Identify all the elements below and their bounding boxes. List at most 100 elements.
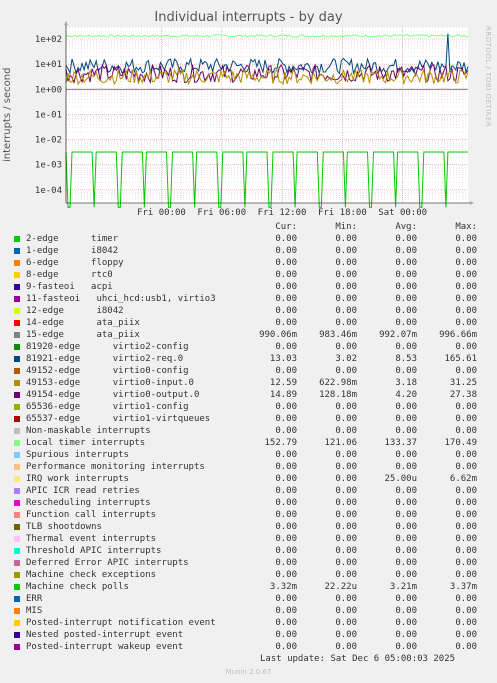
legend-row: Nested posted-interrupt event 0.00 0.00 0.0… [14, 629, 484, 641]
y-tick-label: 1e-02 [35, 136, 62, 146]
legend-label: 8-edge rtc0 [26, 270, 113, 280]
legend-max: 0.00 [455, 522, 477, 532]
legend-cur: 0.00 [275, 606, 297, 616]
legend-min: 128.18m [319, 390, 357, 400]
interrupts-chart: 1e+02 1e+01 1e+00 1e-01 1e-02 1e-03 1e-04 Fri 0… [35, 21, 474, 218]
legend-swatch [14, 404, 20, 410]
header-avg: Avg: [395, 222, 417, 232]
legend-cur: 0.00 [275, 342, 297, 352]
legend-swatch [14, 380, 20, 386]
legend-swatch [14, 560, 20, 566]
header-min: Min: [335, 222, 357, 232]
legend-swatch [14, 308, 20, 314]
legend-label: 14-edge ata_piix [26, 318, 140, 328]
legend-label: Posted-interrupt wakeup event [26, 642, 184, 652]
legend-swatch [14, 596, 20, 602]
legend-label: 15-edge ata_piix [26, 330, 140, 340]
legend-row: 2-edge timer 0.00 0.00 0.00 0.00 [14, 233, 484, 245]
munin-version: Munin 2.0.67 [225, 668, 272, 676]
legend-label: Function call interrupts [26, 510, 157, 520]
legend-cur: 0.00 [275, 234, 297, 244]
legend-row: 81920-edge virtio2-config 0.00 0.00 0.00 0.0… [14, 341, 484, 353]
legend-max: 0.00 [455, 606, 477, 616]
legend-cur: 0.00 [275, 246, 297, 256]
legend-label: Posted-interrupt notification event [26, 618, 216, 628]
legend-max: 0.00 [455, 342, 477, 352]
legend-row: Machine check exceptions 0.00 0.00 0.00 0.00 [14, 569, 484, 581]
legend-row: MIS 0.00 0.00 0.00 0.00 [14, 605, 484, 617]
legend-min: 0.00 [335, 282, 357, 292]
legend-avg: 133.37 [384, 438, 417, 448]
legend-swatch [14, 500, 20, 506]
legend-swatch [14, 512, 20, 518]
legend-swatch [14, 356, 20, 362]
legend-avg: 0.00 [395, 306, 417, 316]
legend-label: 6-edge floppy [26, 258, 124, 268]
legend-min: 0.00 [335, 366, 357, 376]
x-tick-label: Fri 12:00 [258, 208, 307, 218]
legend-swatch [14, 428, 20, 434]
legend-cur: 0.00 [275, 522, 297, 532]
legend-row: Posted-interrupt notification event 0.00 0… [14, 617, 484, 629]
legend-max: 0.00 [455, 510, 477, 520]
legend-cur: 13.03 [269, 354, 297, 364]
legend-cur: 0.00 [275, 498, 297, 508]
legend-table: Cur: Min: Avg: Max: 2-edge timer 0.00 0.00… [14, 221, 484, 653]
legend-swatch [14, 464, 20, 470]
legend-swatch [14, 536, 20, 542]
legend-min: 0.00 [335, 594, 357, 604]
legend-min: 0.00 [335, 534, 357, 544]
legend-min: 0.00 [335, 486, 357, 496]
legend-cur: 0.00 [275, 366, 297, 376]
legend-row: 49154-edge virtio0-output.0 14.89 128.18m 4… [14, 389, 484, 401]
plot-area [66, 27, 468, 203]
legend-swatch [14, 344, 20, 350]
legend-row: 15-edge ata_piix 990.06m 983.46m 992.07m 996… [14, 329, 484, 341]
legend-avg: 0.00 [395, 450, 417, 460]
legend-row: ERR 0.00 0.00 0.00 0.00 [14, 593, 484, 605]
legend-row: Local timer interrupts 152.79 121.06 133.37… [14, 437, 484, 449]
legend-swatch [14, 296, 20, 302]
legend-cur: 0.00 [275, 462, 297, 472]
legend-row: Performance monitoring interrupts 0.00 0.0… [14, 461, 484, 473]
legend-label: ERR [26, 594, 43, 604]
legend-cur: 0.00 [275, 402, 297, 412]
legend-max: 0.00 [455, 282, 477, 292]
legend-row: Thermal event interrupts 0.00 0.00 0.00 0.00 [14, 533, 484, 545]
legend-avg: 992.07m [379, 330, 417, 340]
legend-cur: 0.00 [275, 510, 297, 520]
legend-max: 165.61 [444, 354, 477, 364]
legend-label: 9-fasteoi acpi [26, 282, 113, 292]
legend-cur: 0.00 [275, 642, 297, 652]
legend-min: 0.00 [335, 342, 357, 352]
legend-avg: 0.00 [395, 318, 417, 328]
legend-max: 170.49 [444, 438, 477, 448]
legend-label: Machine check exceptions [26, 570, 157, 580]
legend-label: Machine check polls [26, 582, 129, 592]
legend-swatch [14, 548, 20, 554]
y-tick-label: 1e-04 [35, 186, 62, 196]
legend-max: 0.00 [455, 546, 477, 556]
legend-row: Function call interrupts 0.00 0.00 0.00 0.00 [14, 509, 484, 521]
legend-max: 0.00 [455, 234, 477, 244]
legend-min: 0.00 [335, 270, 357, 280]
legend-label: 65536-edge virtio1-config [26, 402, 189, 412]
x-tick-label: Sat 00:00 [378, 208, 427, 218]
y-tick-label: 1e-03 [35, 161, 62, 171]
legend-max: 0.00 [455, 450, 477, 460]
legend-label: 2-edge timer [26, 234, 119, 244]
legend-avg: 3.18 [395, 378, 417, 388]
legend-avg: 0.00 [395, 642, 417, 652]
legend-avg: 0.00 [395, 570, 417, 580]
legend-avg: 4.20 [395, 390, 417, 400]
legend-row: APIC ICR read retries 0.00 0.00 0.00 0.00 [14, 485, 484, 497]
legend-min: 0.00 [335, 462, 357, 472]
legend-label: Thermal event interrupts [26, 534, 157, 544]
legend-cur: 0.00 [275, 270, 297, 280]
legend-label: 49153-edge virtio0-input.0 [26, 378, 194, 388]
legend-cur: 0.00 [275, 534, 297, 544]
legend-max: 0.00 [455, 558, 477, 568]
legend-label: Spurious interrupts [26, 450, 129, 460]
header-max: Max: [455, 222, 477, 232]
legend-label: 49154-edge virtio0-output.0 [26, 390, 200, 400]
